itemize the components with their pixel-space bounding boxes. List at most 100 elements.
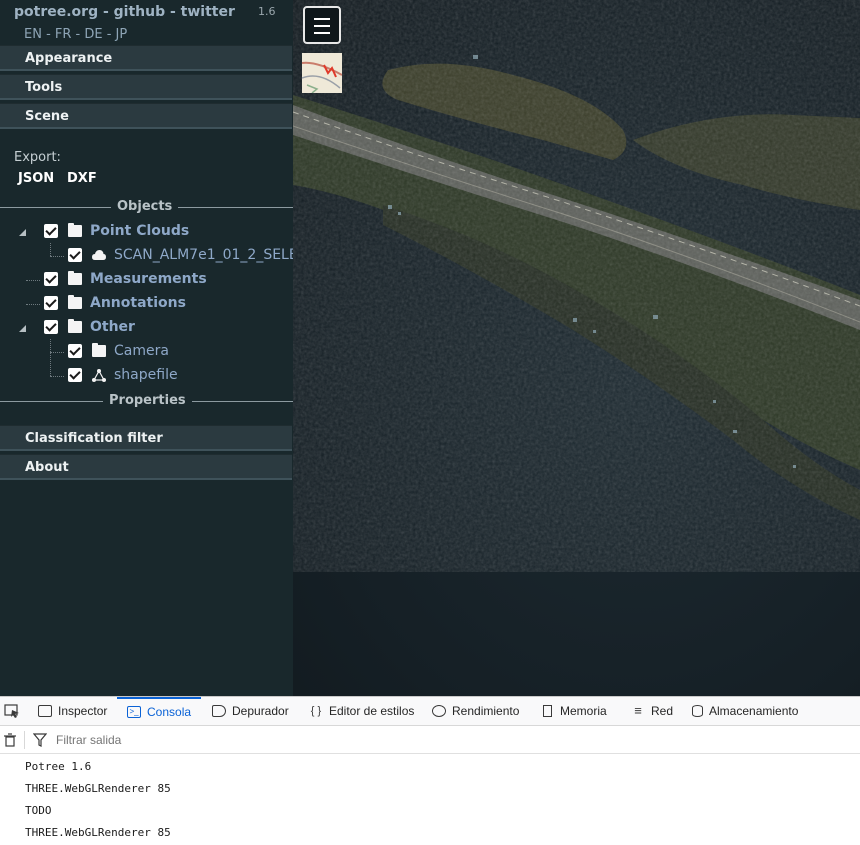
expand-other-icon[interactable] — [19, 325, 26, 332]
tab-label: Depurador — [232, 704, 289, 718]
folder-icon — [68, 319, 82, 333]
tree-label-camera: Camera — [114, 343, 169, 359]
tree-node-scan[interactable]: SCAN_ALM7e1_01_2_SELE — [68, 245, 293, 265]
tab-style-editor[interactable]: { } Editor de estilos — [309, 697, 415, 725]
minimap-icon[interactable] — [302, 53, 342, 93]
hamburger-icon-bar — [314, 18, 330, 20]
storage-icon — [692, 705, 703, 717]
folder-icon — [68, 295, 82, 309]
tab-debugger[interactable]: Depurador — [212, 697, 289, 725]
tree-guide — [50, 243, 51, 256]
menu-appearance-label: Appearance — [25, 51, 113, 66]
language-links[interactable]: EN - FR - DE - JP — [24, 27, 127, 42]
console-message: TODO — [25, 804, 52, 817]
console-message: THREE.WebGLRenderer 85 — [25, 782, 171, 795]
export-dxf-button[interactable]: DXF — [67, 171, 97, 186]
point-cloud-viewer[interactable] — [293, 0, 860, 696]
menu-appearance[interactable]: Appearance — [0, 45, 292, 71]
tree-label-scan: SCAN_ALM7e1_01_2_SELE — [114, 247, 293, 263]
menu-tools-label: Tools — [25, 80, 63, 95]
tab-console[interactable]: >_ Consola — [117, 697, 202, 725]
network-icon: ≡ — [634, 703, 642, 718]
element-picker-icon — [4, 704, 19, 718]
shapefile-checkbox[interactable] — [68, 368, 82, 382]
devtools-tabbar: Inspector >_ Consola Depurador { } Editor … — [0, 697, 860, 726]
tree-label-annotations: Annotations — [90, 295, 186, 311]
tree-label-point-clouds: Point Clouds — [90, 223, 190, 239]
scan-checkbox[interactable] — [68, 248, 82, 262]
tab-network[interactable]: ≡ Red — [631, 697, 673, 725]
console-icon: >_ — [127, 706, 141, 718]
folder-icon — [92, 343, 106, 357]
point-cloud-render — [293, 0, 860, 520]
other-checkbox[interactable] — [44, 320, 58, 334]
tab-label: Almacenamiento — [709, 704, 799, 718]
hamburger-icon-bar — [314, 25, 330, 27]
export-json-button[interactable]: JSON — [18, 171, 54, 186]
tab-storage[interactable]: Almacenamiento — [692, 697, 798, 725]
separator — [24, 731, 25, 749]
tree-label-shapefile: shapefile — [114, 367, 178, 383]
inspector-icon — [38, 705, 52, 717]
measurements-checkbox[interactable] — [44, 272, 58, 286]
tab-performance[interactable]: Rendimiento — [432, 697, 519, 725]
menu-tools[interactable]: Tools — [0, 74, 292, 100]
tree-label-other: Other — [90, 319, 135, 335]
folder-icon — [68, 271, 82, 285]
menu-classification-label: Classification filter — [25, 431, 163, 446]
version-label: 1.6 — [258, 5, 276, 18]
menu-scene-label: Scene — [25, 109, 69, 124]
menu-toggle-button[interactable] — [303, 6, 341, 44]
devtools-panel: Inspector >_ Consola Depurador { } Editor … — [0, 696, 860, 845]
debugger-icon — [212, 705, 226, 717]
tree-guide — [26, 280, 40, 281]
tree-guide — [50, 376, 64, 377]
console-filterbar — [0, 726, 860, 754]
tree-node-camera[interactable]: Camera — [68, 341, 169, 361]
menu-scene[interactable]: Scene — [0, 103, 292, 129]
export-label: Export: — [14, 150, 61, 165]
tree-node-other[interactable]: Other — [44, 317, 135, 337]
tab-inspector[interactable]: Inspector — [38, 697, 107, 725]
point-clouds-checkbox[interactable] — [44, 224, 58, 238]
tab-label: Memoria — [560, 704, 607, 718]
camera-checkbox[interactable] — [68, 344, 82, 358]
tree-node-annotations[interactable]: Annotations — [44, 293, 186, 313]
performance-icon — [432, 705, 446, 717]
tree-node-shapefile[interactable]: shapefile — [68, 365, 178, 385]
menu-about[interactable]: About — [0, 454, 292, 480]
menu-about-label: About — [25, 460, 69, 475]
tree-node-point-clouds[interactable]: Point Clouds — [44, 221, 189, 241]
tree-guide — [26, 304, 40, 305]
tab-label: Consola — [147, 705, 192, 719]
tab-label: Rendimiento — [452, 704, 520, 718]
tab-label: Red — [651, 704, 674, 718]
filter-output-input[interactable] — [56, 730, 756, 750]
tree-guide — [50, 352, 64, 353]
annotations-checkbox[interactable] — [44, 296, 58, 310]
menu-classification-filter[interactable]: Classification filter — [0, 425, 292, 451]
trash-icon[interactable] — [3, 733, 17, 747]
tree-label-measurements: Measurements — [90, 271, 207, 287]
objects-heading: Objects — [111, 199, 179, 214]
tree-node-measurements[interactable]: Measurements — [44, 269, 207, 289]
tree-guide — [50, 339, 51, 376]
tab-label: Inspector — [58, 704, 108, 718]
memory-icon — [543, 705, 552, 717]
style-editor-icon: { } — [310, 705, 322, 717]
folder-icon — [68, 223, 82, 237]
console-message: THREE.WebGLRenderer 85 — [25, 826, 171, 839]
cloud-icon — [92, 250, 106, 260]
sidebar: potree.org - github - twitter 1.6 EN - F… — [0, 0, 293, 696]
tab-memory[interactable]: Memoria — [541, 697, 607, 725]
filter-icon — [33, 733, 47, 747]
expand-point-clouds-icon[interactable] — [19, 229, 26, 236]
properties-heading: Properties — [103, 393, 192, 408]
element-picker-button[interactable] — [4, 697, 22, 725]
site-title-links[interactable]: potree.org - github - twitter — [14, 4, 235, 20]
console-message: Potree 1.6 — [25, 760, 92, 773]
shapefile-icon — [92, 368, 106, 382]
hamburger-icon-bar — [314, 32, 330, 34]
tab-label: Editor de estilos — [329, 704, 415, 718]
tree-guide — [50, 256, 64, 257]
